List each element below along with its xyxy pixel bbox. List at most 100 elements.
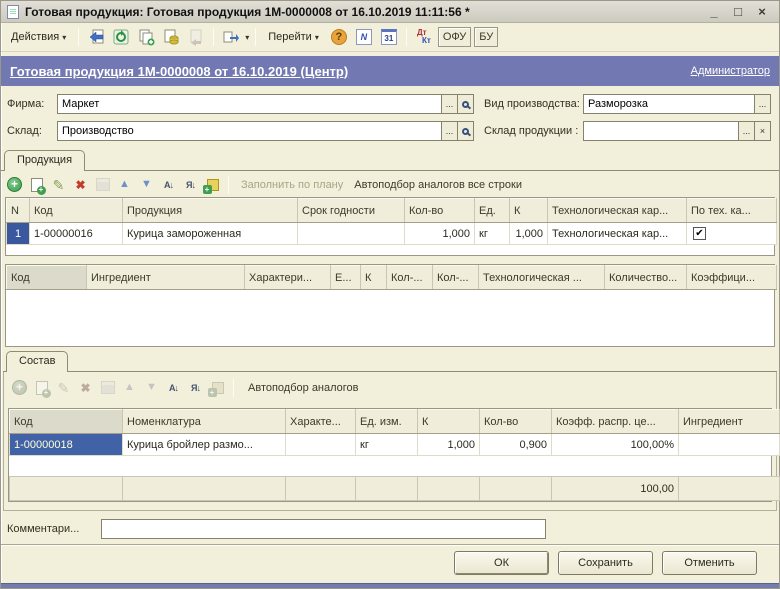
- tab-produkciya[interactable]: Продукция: [4, 150, 85, 171]
- ofu-toggle-button[interactable]: ОФУ: [438, 27, 471, 47]
- product-cell[interactable]: Курица замороженная: [123, 223, 298, 245]
- minimize-icon[interactable]: _: [705, 4, 723, 19]
- column-header[interactable]: Коэфф. распр. це...: [552, 410, 679, 434]
- sklad-produkcii-input[interactable]: [584, 122, 738, 140]
- characteristic-cell[interactable]: [286, 434, 356, 456]
- help-icon[interactable]: ?: [328, 26, 350, 48]
- column-header[interactable]: К: [418, 410, 480, 434]
- code-cell[interactable]: 1-00000018: [10, 434, 123, 456]
- empty-rows-area[interactable]: [6, 245, 774, 255]
- sort-descending-icon[interactable]: Я↓: [186, 378, 205, 397]
- close-icon[interactable]: ×: [753, 4, 771, 19]
- column-header[interactable]: Коэффици...: [687, 266, 777, 290]
- add-row-icon[interactable]: +: [5, 175, 24, 194]
- actions-menu-button[interactable]: Действия ▾: [5, 26, 72, 48]
- fill-icon[interactable]: [203, 175, 222, 194]
- delete-row-icon[interactable]: ✖: [71, 175, 90, 194]
- column-header[interactable]: Кол-во: [405, 199, 475, 223]
- go-menu-button[interactable]: Перейти ▾: [262, 26, 325, 48]
- column-header[interactable]: Кол-...: [433, 266, 479, 290]
- table-row[interactable]: 1-00000018 Курица бройлер размо... кг 1,…: [10, 434, 780, 456]
- column-header[interactable]: Кол-...: [387, 266, 433, 290]
- maximize-icon[interactable]: □: [729, 4, 747, 19]
- empty-rows-area[interactable]: [6, 290, 774, 346]
- autoselect-analogs-all-rows-button[interactable]: Автоподбор аналогов все строки: [354, 179, 522, 191]
- chevron-down-icon[interactable]: ▾: [245, 33, 249, 42]
- column-header[interactable]: Ед. изм.: [356, 410, 418, 434]
- column-header[interactable]: Характе...: [286, 410, 356, 434]
- vid-proizvodstva-ellipsis-button[interactable]: ...: [754, 95, 770, 113]
- nomenclature-cell[interactable]: Курица бройлер размо...: [123, 434, 286, 456]
- table-row[interactable]: 1 1-00000016 Курица замороженная 1,000 к…: [7, 223, 777, 245]
- copy-row-icon[interactable]: +: [27, 175, 46, 194]
- column-header[interactable]: Номенклатура: [123, 410, 286, 434]
- sklad-produkcii-ellipsis-button[interactable]: ...: [738, 122, 754, 140]
- shelf-life-cell[interactable]: [298, 223, 405, 245]
- copy-document-icon[interactable]: [135, 26, 157, 48]
- firma-input[interactable]: [58, 95, 441, 113]
- document-title-link[interactable]: Готовая продукция 1М-0000008 от 16.10.20…: [10, 64, 348, 79]
- save-icon[interactable]: [85, 26, 107, 48]
- title-bar[interactable]: Готовая продукция: Готовая продукция 1М-…: [1, 1, 779, 23]
- column-header[interactable]: Код: [30, 199, 123, 223]
- row-number-cell[interactable]: 1: [7, 223, 30, 245]
- by-tech-card-cell[interactable]: ✔: [687, 223, 777, 245]
- column-header[interactable]: К: [510, 199, 548, 223]
- vid-proizvodstva-input[interactable]: [584, 95, 754, 113]
- coeff-cell[interactable]: 100,00%: [552, 434, 679, 456]
- post-document-icon[interactable]: [160, 26, 182, 48]
- sklad-produkcii-clear-button[interactable]: ×: [754, 122, 770, 140]
- by-tech-card-checkbox[interactable]: ✔: [693, 227, 706, 240]
- column-header[interactable]: Характери...: [245, 266, 331, 290]
- save-button[interactable]: Сохранить: [558, 551, 653, 575]
- user-link[interactable]: Администратор: [691, 65, 770, 77]
- column-header[interactable]: К: [361, 266, 387, 290]
- enter-on-basis-icon[interactable]: [220, 26, 242, 48]
- column-header[interactable]: Продукция: [123, 199, 298, 223]
- refresh-icon[interactable]: [110, 26, 132, 48]
- firma-open-button[interactable]: [457, 95, 473, 113]
- column-header[interactable]: N: [7, 199, 30, 223]
- edit-row-icon[interactable]: ✎: [49, 175, 68, 194]
- column-header[interactable]: Е...: [331, 266, 361, 290]
- qty-cell[interactable]: 0,900: [480, 434, 552, 456]
- tech-card-cell[interactable]: Технологическая кар...: [548, 223, 687, 245]
- sort-ascending-icon[interactable]: А↓: [159, 175, 178, 194]
- sklad-input[interactable]: [58, 122, 441, 140]
- column-header[interactable]: Кол-во: [480, 410, 552, 434]
- column-header[interactable]: Код: [7, 266, 87, 290]
- move-row-up-icon[interactable]: ▲: [115, 175, 134, 194]
- move-row-down-icon[interactable]: ▼: [137, 175, 156, 194]
- qty-cell[interactable]: 1,000: [405, 223, 475, 245]
- column-header[interactable]: Ед.: [475, 199, 510, 223]
- set-number-icon[interactable]: N: [353, 26, 375, 48]
- sklad-open-button[interactable]: [457, 122, 473, 140]
- sort-descending-icon[interactable]: Я↓: [181, 175, 200, 194]
- set-date-icon[interactable]: 31: [378, 26, 400, 48]
- cancel-button[interactable]: Отменить: [662, 551, 757, 575]
- comment-input[interactable]: [101, 519, 546, 539]
- ingredient-cell[interactable]: [679, 434, 780, 456]
- autoselect-analogs-button[interactable]: Автоподбор аналогов: [248, 382, 359, 394]
- empty-rows-area[interactable]: [9, 456, 771, 476]
- column-header[interactable]: Ингредиент: [679, 410, 780, 434]
- column-header[interactable]: Ингредиент: [87, 266, 245, 290]
- sklad-ellipsis-button[interactable]: ...: [441, 122, 457, 140]
- sort-ascending-icon[interactable]: А↓: [164, 378, 183, 397]
- ok-button[interactable]: ОК: [454, 551, 549, 575]
- column-header[interactable]: Технологическая ...: [479, 266, 605, 290]
- k-cell[interactable]: 1,000: [510, 223, 548, 245]
- tab-sostav[interactable]: Состав: [6, 351, 68, 372]
- firma-ellipsis-button[interactable]: ...: [441, 95, 457, 113]
- unit-cell[interactable]: кг: [475, 223, 510, 245]
- column-header[interactable]: Технологическая кар...: [548, 199, 687, 223]
- column-header[interactable]: По тех. ка...: [687, 199, 777, 223]
- unit-cell[interactable]: кг: [356, 434, 418, 456]
- column-header[interactable]: Код: [10, 410, 123, 434]
- code-cell[interactable]: 1-00000016: [30, 223, 123, 245]
- column-header[interactable]: Количество...: [605, 266, 687, 290]
- bu-toggle-button[interactable]: БУ: [474, 27, 498, 47]
- dt-kt-postings-icon[interactable]: ДтКт: [413, 26, 435, 48]
- k-cell[interactable]: 1,000: [418, 434, 480, 456]
- column-header[interactable]: Срок годности: [298, 199, 405, 223]
